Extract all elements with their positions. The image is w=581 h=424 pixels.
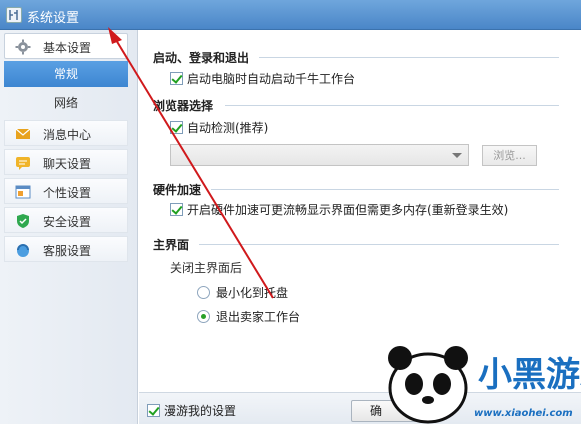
checkbox-box [147,404,160,417]
section-divider [259,57,559,58]
sidebar-item-label: 基本设置 [43,41,92,55]
sidebar-item-label: 消息中心 [43,128,92,142]
radio-minimize-to-tray[interactable]: 最小化到托盘 [197,284,288,301]
checkbox-box [170,121,183,134]
section-divider [199,244,559,245]
sidebar-item-label: 聊天设置 [43,157,92,171]
sidebar-subitem-general[interactable]: 常规 [4,61,128,87]
section-title-hardware: 硬件加速 [153,183,202,197]
chat-bubble-icon [15,155,31,171]
hardware-accel-checkbox[interactable]: 开启硬件加速可更流畅显示界面但需更多内存(重新登录生效) [170,201,508,218]
sidebar-subitem-label: 常规 [53,67,78,81]
autodetect-checkbox[interactable]: 自动检测(推荐) [170,119,268,136]
checkbox-label: 漫游我的设置 [164,404,237,418]
roaming-settings-checkbox[interactable]: 漫游我的设置 [147,402,236,419]
close-behavior-label: 关闭主界面后 [170,261,243,275]
section-title-startup: 启动、登录和退出 [153,51,250,65]
sidebar: 基本设置 常规 网络 消息中心 聊天设置 个性设置 安全设置 客服设置 [0,30,138,424]
shield-icon [15,213,31,229]
sidebar-item-chat[interactable]: 聊天设置 [4,149,128,175]
gear-icon [15,39,31,55]
sidebar-item-service[interactable]: 客服设置 [4,236,128,262]
radio-dot [197,286,210,299]
radio-dot [197,310,210,323]
radio-label: 退出卖家工作台 [216,310,301,324]
checkbox-label: 自动检测(推荐) [187,121,269,135]
sidebar-subitem-network[interactable]: 网络 [4,90,128,116]
sidebar-item-personalize[interactable]: 个性设置 [4,178,128,204]
headset-icon [15,242,31,258]
section-divider [211,189,559,190]
section-title-browser: 浏览器选择 [153,99,214,113]
sidebar-subitem-label: 网络 [53,96,78,110]
browse-button[interactable]: 浏览... [482,145,537,166]
envelope-icon [15,126,31,142]
section-divider [225,105,559,106]
checkbox-box [170,203,183,216]
checkbox-label: 启动电脑时自动启动千牛工作台 [187,72,356,86]
sidebar-item-messages[interactable]: 消息中心 [4,120,128,146]
app-settings-icon [6,7,22,23]
watermark-url: www.xiaohei.com [474,408,573,419]
section-title-main-ui: 主界面 [153,238,190,252]
sidebar-item-security[interactable]: 安全设置 [4,207,128,233]
radio-exit-app[interactable]: 退出卖家工作台 [197,308,300,325]
watermark-brand: 小黑游戏 [478,355,581,395]
radio-label: 最小化到托盘 [216,286,289,300]
window-title: 系统设置 [27,11,80,26]
sidebar-item-label: 客服设置 [43,244,92,258]
window-icon [15,184,31,200]
watermark-logo: 小黑游戏 www.xiaohei.com [378,328,581,424]
autostart-checkbox[interactable]: 启动电脑时自动启动千牛工作台 [170,70,355,87]
chevron-down-icon [452,153,462,158]
checkbox-box [170,72,183,85]
checkbox-label: 开启硬件加速可更流畅显示界面但需更多内存(重新登录生效) [187,203,509,217]
sidebar-item-label: 个性设置 [43,186,92,200]
sidebar-item-label: 安全设置 [43,215,92,229]
browser-select[interactable] [170,144,469,166]
title-bar: 系统设置 [0,0,581,30]
sidebar-item-basic[interactable]: 基本设置 [4,33,128,59]
